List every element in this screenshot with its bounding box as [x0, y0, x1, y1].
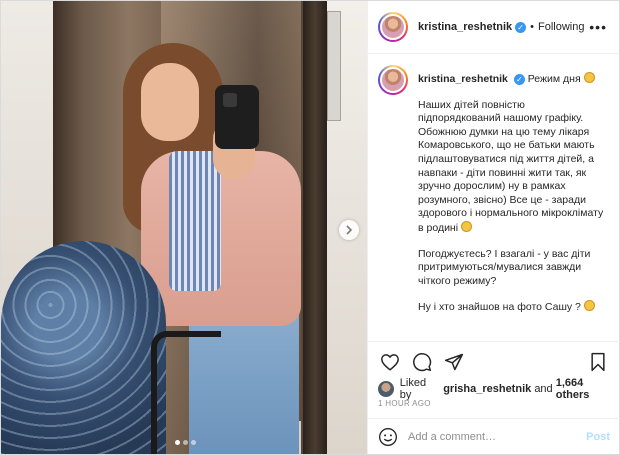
likes-prefix: Liked by: [399, 377, 427, 401]
author-username[interactable]: kristina_reshetnik: [418, 21, 512, 33]
photo-stroller: [1, 241, 166, 454]
carousel-dot: [191, 440, 196, 445]
carousel-next-button[interactable]: [339, 220, 359, 240]
post-comment-button[interactable]: Post: [586, 431, 610, 443]
header-separator: •: [530, 21, 535, 33]
photo-woman-jacket: [141, 151, 301, 326]
comment-icon: [413, 352, 432, 371]
photo-woman-shirt: [169, 151, 221, 291]
post-actions-bar: [368, 341, 620, 381]
more-options-icon[interactable]: •••: [589, 19, 607, 35]
caption-paragraph-text: Наших дітей повністю підпорядкований наш…: [418, 98, 604, 234]
caption-author-avatar[interactable]: [378, 65, 408, 95]
photo-smartphone-camera: [223, 93, 237, 107]
caption-body: kristina_reshetnik ✓ Режим дня Наших діт…: [418, 65, 610, 335]
share-button[interactable]: [442, 350, 466, 374]
avatar-image: [380, 14, 406, 40]
likes-summary: Liked by grisha_reshetnik and 1,664 othe…: [378, 377, 619, 401]
carousel-dot-active: [175, 440, 180, 445]
carousel-indicator: [175, 440, 196, 445]
smiley-icon: [583, 300, 595, 312]
save-button[interactable]: [586, 350, 610, 374]
following-button[interactable]: Following: [538, 21, 584, 33]
caption-paragraph: Погоджуєтесь? І взагалі - у вас діти при…: [418, 248, 610, 289]
likes-connector: and: [534, 383, 553, 395]
post-caption: kristina_reshetnik ✓ Режим дня Наших діт…: [378, 65, 610, 335]
bookmark-icon: [591, 352, 605, 371]
chevron-right-icon: [346, 225, 353, 235]
smiley-icon: [583, 72, 595, 83]
liker-username[interactable]: grisha_reshetnik: [443, 383, 531, 395]
smiley-icon[interactable]: [378, 427, 398, 447]
comment-input[interactable]: [408, 430, 587, 443]
caption-paragraph-text: Ну і хто знайшов на фото Сашу ?: [418, 301, 581, 314]
comment-button[interactable]: [410, 350, 434, 374]
photo-woman-face: [141, 63, 199, 141]
like-button[interactable]: [378, 350, 402, 374]
post-photo[interactable]: [1, 1, 367, 454]
avatar-image: [380, 67, 406, 93]
smiley-icon: [461, 220, 472, 232]
post-header: kristina_reshetnik ✓ • Following •••: [368, 1, 619, 54]
comment-bar: Post: [368, 418, 620, 454]
liker-avatar[interactable]: [378, 381, 394, 397]
photo-elevator-edge: [303, 1, 327, 454]
caption-paragraph-text: Погоджуєтесь? І взагалі - у вас діти при…: [418, 247, 591, 287]
caption-first-line: kristina_reshetnik ✓ Режим дня: [418, 72, 610, 87]
post-side-panel: kristina_reshetnik ✓ • Following ••• kri…: [367, 1, 620, 454]
caption-paragraph: Ну і хто знайшов на фото Сашу ?: [418, 300, 610, 315]
author-avatar[interactable]: [378, 12, 408, 42]
post-timestamp[interactable]: 1 HOUR AGO: [378, 399, 431, 408]
photo-elevator-buttons: [327, 11, 341, 121]
heart-icon: [381, 353, 399, 371]
caption-title: Режим дня: [527, 73, 581, 85]
photo-smartphone: [215, 85, 259, 149]
share-icon: [444, 353, 464, 370]
carousel-dot: [183, 440, 188, 445]
caption-username[interactable]: kristina_reshetnik: [418, 73, 508, 85]
instagram-post: kristina_reshetnik ✓ • Following ••• kri…: [0, 0, 620, 455]
verified-badge-icon: ✓: [515, 21, 527, 33]
verified-badge-icon: ✓: [513, 74, 525, 86]
photo-stroller-handle: [151, 331, 221, 454]
caption-paragraph: Наших дітей повністю підпорядкований наш…: [418, 99, 610, 236]
likes-count[interactable]: 1,664 others: [556, 377, 619, 401]
